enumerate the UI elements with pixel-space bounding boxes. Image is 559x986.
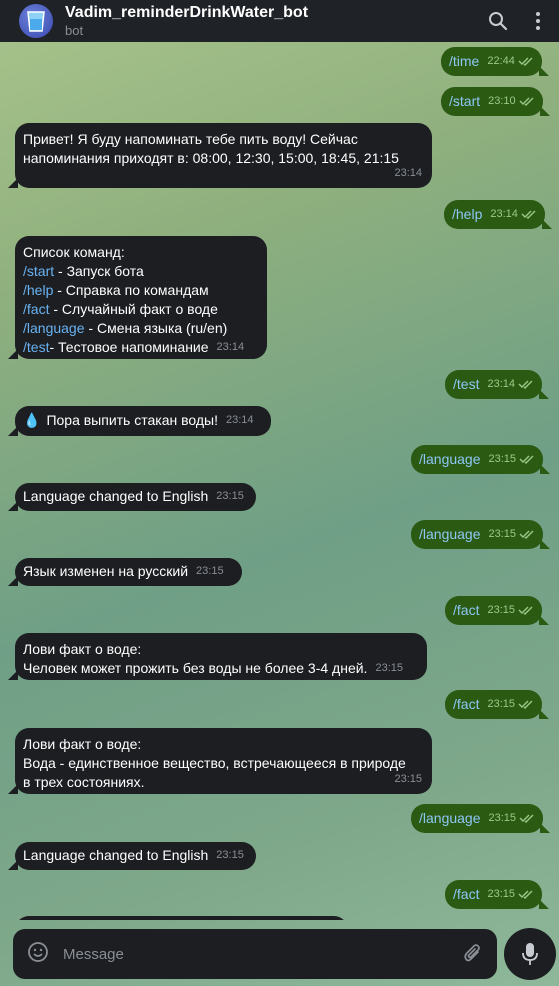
help-item: /start - Запуск бота — [23, 262, 259, 281]
message-text: Язык изменен на русский — [23, 563, 189, 579]
more-vertical-icon[interactable] — [527, 10, 549, 32]
message-time: 23:10 — [488, 95, 516, 107]
double-check-icon — [518, 695, 534, 714]
help-desc: - Справка по командам — [53, 282, 209, 298]
message-time: 22:44 — [487, 55, 515, 67]
message-time: 23:15 — [488, 453, 517, 465]
double-check-icon — [518, 601, 534, 620]
message-text: Language changed to English — [23, 847, 209, 863]
command-link[interactable]: /start — [449, 92, 480, 111]
message-time: 23:15 — [196, 565, 224, 577]
message-text: Лови факт о воде: — [23, 641, 142, 657]
command-link[interactable]: /fact — [453, 885, 479, 904]
help-desc: - Смена языка (ru/en) — [84, 320, 228, 336]
bot-avatar[interactable] — [19, 4, 53, 38]
command-link[interactable]: /language — [419, 809, 481, 828]
incoming-message[interactable]: Язык изменен на русский 23:15 — [8, 558, 242, 586]
command-link[interactable]: /time — [449, 52, 479, 71]
command-link[interactable]: /language — [23, 320, 85, 336]
outgoing-message[interactable]: /test 23:14 — [445, 370, 549, 399]
help-desc: - Случайный факт о воде — [49, 301, 218, 317]
message-text: Вода - единственное вещество, встречающе… — [23, 755, 406, 771]
double-check-icon — [518, 52, 534, 71]
message-time: 23:15 — [375, 662, 403, 674]
command-link[interactable]: /test — [23, 338, 49, 357]
double-check-icon — [519, 525, 535, 544]
message-time: 23:15 — [488, 812, 517, 824]
outgoing-message[interactable]: /fact 23:15 — [445, 596, 549, 625]
help-heading: Список команд: — [23, 244, 125, 260]
message-text: Лови факт о воде: — [23, 736, 142, 752]
double-check-icon — [519, 450, 535, 469]
outgoing-message[interactable]: /language 23:15 — [411, 520, 551, 549]
incoming-message[interactable]: Список команд: /start - Запуск бота /hel… — [8, 236, 267, 359]
command-link[interactable]: /fact — [23, 301, 49, 317]
outgoing-message[interactable]: /language 23:15 — [411, 445, 551, 474]
command-link[interactable]: /help — [23, 282, 53, 298]
message-time: 23:14 — [487, 378, 515, 390]
message-time: 23:14 — [216, 341, 245, 353]
message-time: 23:15 — [394, 773, 422, 785]
paperclip-icon[interactable] — [463, 943, 483, 970]
message-text: Пора выпить стакан воды! — [46, 412, 219, 428]
command-link[interactable]: /fact — [453, 695, 479, 714]
help-item: /fact - Случайный факт о воде — [23, 300, 259, 319]
help-item: /test - Тестовое напоминание 23:14 — [23, 338, 259, 357]
command-link[interactable]: /help — [452, 205, 482, 224]
incoming-message[interactable]: Лови факт о воде: Человек может прожить … — [8, 633, 427, 680]
double-check-icon — [519, 92, 535, 111]
help-item: /language - Смена языка (ru/en) — [23, 319, 259, 338]
incoming-message[interactable]: Привет! Я буду напоминать тебе пить воду… — [8, 123, 432, 188]
incoming-message-partial[interactable] — [15, 916, 348, 920]
message-time: 23:15 — [488, 528, 517, 540]
message-time: 23:14 — [226, 414, 254, 426]
outgoing-message[interactable]: /fact 23:15 — [445, 690, 549, 719]
double-check-icon — [518, 885, 534, 904]
message-time: 23:15 — [216, 849, 244, 861]
double-check-icon — [519, 809, 535, 828]
message-input[interactable] — [61, 944, 445, 964]
outgoing-message[interactable]: /language 23:15 — [411, 804, 551, 833]
search-icon[interactable] — [487, 10, 509, 32]
microphone-icon[interactable] — [504, 928, 556, 980]
outgoing-message[interactable]: /fact 23:15 — [445, 880, 549, 909]
message-composer — [13, 929, 497, 979]
help-desc: - Запуск бота — [54, 263, 144, 279]
help-item: /help - Справка по командам — [23, 281, 259, 300]
emoji-icon[interactable] — [27, 941, 49, 968]
message-text: в трех состояниях. — [23, 774, 145, 790]
chat-header: Vadim_reminderDrinkWater_bot bot — [0, 0, 559, 42]
outgoing-message[interactable]: /help 23:14 — [444, 200, 552, 229]
double-check-icon — [521, 205, 537, 224]
message-time: 23:15 — [487, 888, 515, 900]
header-text[interactable]: Vadim_reminderDrinkWater_bot bot — [65, 3, 308, 39]
message-time: 23:14 — [490, 208, 518, 220]
command-link[interactable]: /language — [419, 525, 481, 544]
help-desc: - Тестовое напоминание — [49, 339, 209, 355]
chat-subtitle: bot — [65, 23, 84, 38]
command-link[interactable]: /start — [23, 263, 54, 279]
message-time: 23:15 — [487, 604, 515, 616]
glass-icon — [27, 11, 45, 32]
message-time: 23:15 — [487, 698, 515, 710]
incoming-message[interactable]: Лови факт о воде: Вода - единственное ве… — [8, 728, 432, 794]
command-link[interactable]: /test — [453, 375, 479, 394]
message-list[interactable]: /time 22:44 /start 23:10 Привет! Я буду на… — [0, 42, 559, 920]
message-time: 23:15 — [216, 490, 244, 502]
incoming-message[interactable]: 💧 Пора выпить стакан воды! 23:14 — [8, 406, 271, 436]
incoming-message[interactable]: Language changed to English 23:15 — [8, 842, 256, 870]
message-text: напоминания приходят в: 08:00, 12:30, 15… — [23, 150, 399, 166]
message-time: 23:14 — [394, 167, 422, 179]
message-text: Человек может прожить без воды не более … — [23, 660, 368, 676]
command-link[interactable]: /language — [419, 450, 481, 469]
droplet-icon: 💧 — [23, 412, 41, 428]
double-check-icon — [518, 375, 534, 394]
outgoing-message[interactable]: /start 23:10 — [441, 87, 550, 116]
incoming-message[interactable]: Language changed to English 23:15 — [8, 483, 256, 511]
command-link[interactable]: /fact — [453, 601, 479, 620]
chat-title: Vadim_reminderDrinkWater_bot — [65, 4, 309, 21]
message-text: Language changed to English — [23, 488, 209, 504]
outgoing-message[interactable]: /time 22:44 — [441, 47, 549, 76]
message-text: Привет! Я буду напоминать тебе пить воду… — [23, 131, 358, 147]
